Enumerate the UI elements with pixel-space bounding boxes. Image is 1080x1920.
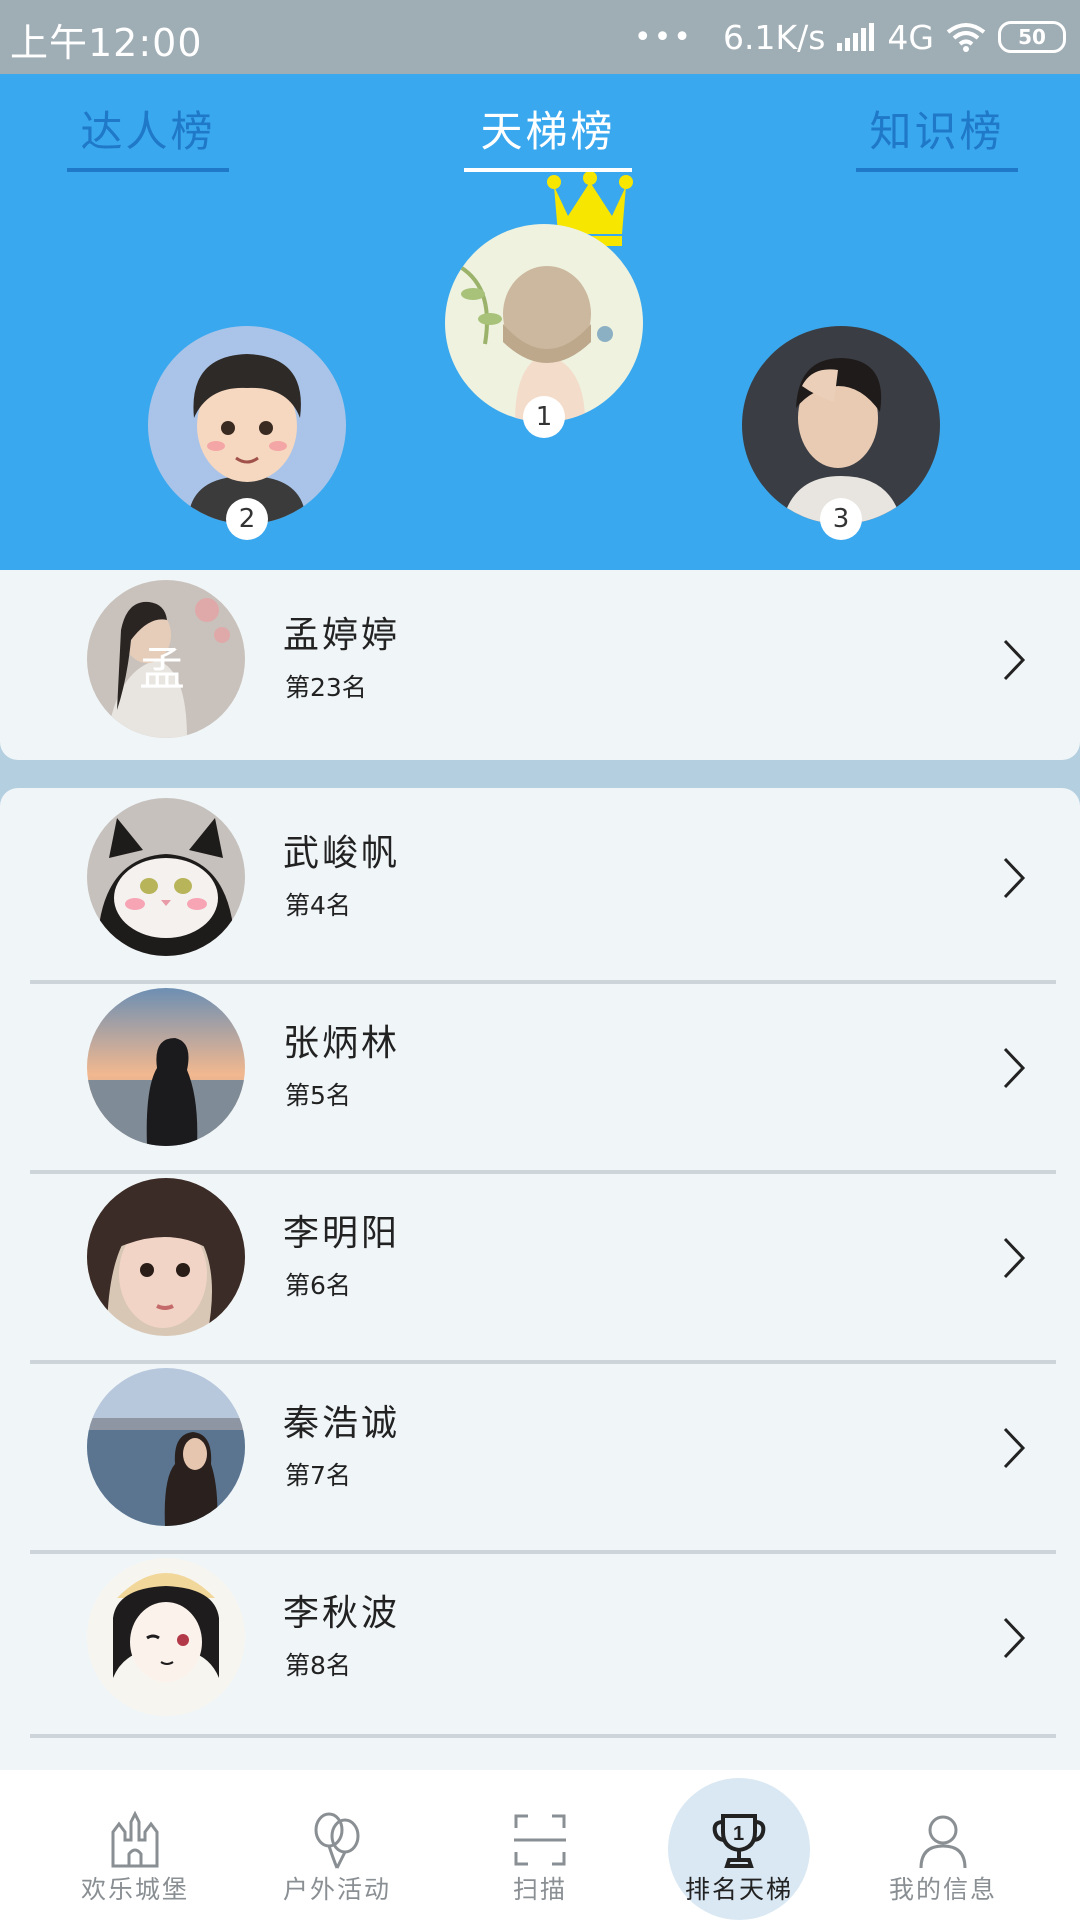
user-rank: 第23名: [285, 673, 367, 702]
cartoon-boy-avatar: [148, 326, 346, 524]
balloon-icon: [314, 1812, 360, 1869]
status-time: 上午12:00: [10, 21, 203, 65]
user-name: 张炳林: [283, 1023, 401, 1064]
wifi-icon: [946, 23, 986, 52]
tab-label: 知识榜: [869, 107, 1005, 156]
divider: [30, 1550, 1056, 1554]
user-name: 秦浩诚: [283, 1403, 401, 1444]
user-name: 武峻帆: [283, 833, 401, 874]
ranking-list: 武峻帆 第4名 张炳林 第5名 李明阳 第6名 秦浩诚 第7名 李秋波 第8名: [0, 788, 1080, 1920]
tab-ladder-board[interactable]: 天梯榜: [464, 102, 632, 172]
cat-avatar: [87, 798, 245, 956]
nav-label: 排名天梯: [684, 1875, 793, 1904]
list-item[interactable]: 张炳林 第5名: [0, 988, 1080, 1160]
podium-first[interactable]: 1: [445, 224, 643, 438]
nav-scan[interactable]: 扫描: [455, 1770, 625, 1920]
user-rank: 第8名: [285, 1651, 351, 1680]
network-type: 4G: [887, 17, 934, 57]
list-item[interactable]: 秦浩诚 第7名: [0, 1368, 1080, 1540]
svg-text:孟: 孟: [139, 644, 185, 695]
sunset-silhouette-avatar: [87, 988, 245, 1146]
svg-text:1: 1: [733, 1823, 744, 1845]
leaderboard-header: 达人榜 天梯榜 知识榜 1 2 3: [0, 74, 1080, 570]
user-rank: 第5名: [285, 1081, 351, 1110]
nav-happy-castle[interactable]: 欢乐城堡: [50, 1770, 220, 1920]
more-dots-icon: •••: [633, 19, 693, 55]
rank-badge: 3: [820, 498, 862, 540]
nav-outdoor-activities[interactable]: 户外活动: [252, 1770, 422, 1920]
divider: [30, 1170, 1056, 1174]
user-rank: 第4名: [285, 891, 351, 920]
user-name: 孟婷婷: [283, 615, 401, 656]
young-man-photo-avatar: [742, 326, 940, 524]
list-item[interactable]: 孟 孟婷婷 第23名: [0, 580, 1080, 752]
nav-my-info[interactable]: 我的信息: [858, 1770, 1028, 1920]
signal-icon: [837, 23, 875, 51]
status-bar: 上午12:00 ••• 6.1K/s 4G 50: [0, 0, 1080, 74]
chevron-right-icon: [1003, 1047, 1026, 1089]
divider: [30, 1734, 1056, 1738]
list-item[interactable]: 武峻帆 第4名: [0, 798, 1080, 970]
my-ranking-card: 孟 孟婷婷 第23名: [0, 570, 1080, 760]
user-rank: 第7名: [285, 1461, 351, 1490]
castle-icon: [111, 1810, 159, 1868]
scan-icon: [514, 1814, 566, 1866]
podium-second[interactable]: 2: [148, 326, 346, 540]
list-item[interactable]: 李明阳 第6名: [0, 1178, 1080, 1350]
nav-label: 户外活动: [282, 1875, 391, 1904]
status-indicators: ••• 6.1K/s 4G 50: [634, 12, 1066, 62]
list-item[interactable]: 李秋波 第8名: [0, 1558, 1080, 1730]
trophy-icon: 1: [712, 1814, 766, 1868]
rank-badge: 2: [226, 498, 268, 540]
user-avatar: 孟: [87, 580, 245, 738]
tab-underline: [856, 168, 1018, 172]
tab-expert-board[interactable]: 达人榜: [67, 102, 229, 172]
tab-knowledge-board[interactable]: 知识榜: [856, 102, 1018, 172]
chevron-right-icon: [1003, 1427, 1026, 1469]
tab-underline: [67, 168, 229, 172]
nav-label: 扫描: [512, 1875, 567, 1904]
tab-label: 天梯榜: [480, 107, 616, 156]
chevron-right-icon: [1003, 1237, 1026, 1279]
nav-label: 欢乐城堡: [80, 1875, 189, 1904]
user-name: 李明阳: [283, 1213, 401, 1254]
podium-third[interactable]: 3: [742, 326, 940, 540]
girl-photo-avatar: [87, 1178, 245, 1336]
person-icon: [919, 1815, 967, 1869]
chevron-right-icon: [1003, 1617, 1026, 1659]
chevron-right-icon: [1003, 857, 1026, 899]
bottom-nav: 欢乐城堡 户外活动 扫描 1 排名天梯 我的信息: [0, 1770, 1080, 1920]
tab-label: 达人榜: [80, 107, 216, 156]
anime-girl-avatar: [87, 1558, 245, 1716]
nav-ranking-ladder[interactable]: 1 排名天梯: [654, 1770, 824, 1920]
user-name: 李秋波: [283, 1593, 401, 1634]
divider: [30, 980, 1056, 984]
nav-label: 我的信息: [888, 1875, 997, 1904]
user-rank: 第6名: [285, 1271, 351, 1300]
chevron-right-icon: [1003, 639, 1026, 681]
seaside-girl-avatar: [87, 1368, 245, 1526]
girl-illustration-avatar: [445, 224, 643, 422]
rank-badge: 1: [523, 396, 565, 438]
battery-icon: 50: [998, 21, 1066, 53]
network-speed: 6.1K/s: [722, 17, 826, 57]
divider: [30, 1360, 1056, 1364]
